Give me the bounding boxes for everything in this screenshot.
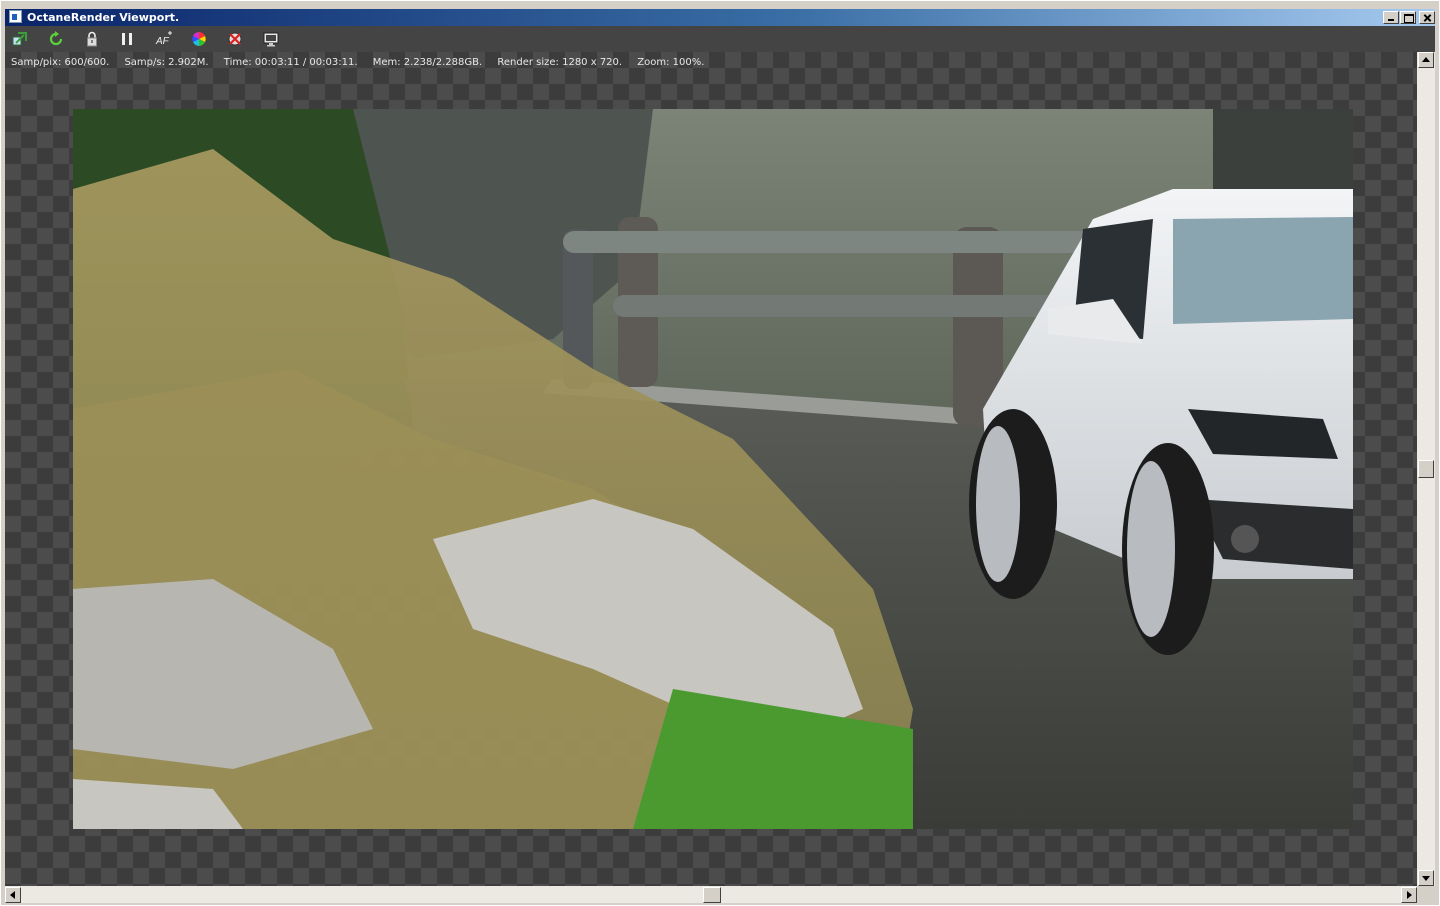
render-scene (73, 109, 1353, 829)
picker-icon (228, 32, 242, 46)
samples-per-pixel: Samp/pix: 600/600. (11, 57, 110, 68)
render-viewport[interactable]: Samp/pix: 600/600. Samp/s: 2.902M. Time:… (5, 52, 1417, 886)
scroll-up-button[interactable] (1418, 52, 1434, 68)
vertical-scroll-thumb[interactable] (1418, 460, 1434, 478)
rendered-image[interactable] (73, 109, 1353, 829)
title-bar[interactable]: OctaneRender Viewport. (5, 9, 1435, 26)
octane-viewport-window: OctaneRender Viewport. AF Samp/pix: 600/… (0, 0, 1440, 906)
svg-text:AF: AF (155, 36, 170, 47)
restart-render-button[interactable] (47, 30, 65, 48)
viewport-toolbar: AF (5, 26, 1435, 52)
vertical-scrollbar[interactable] (1417, 52, 1435, 886)
samples-per-second: Samp/s: 2.902M. (124, 57, 209, 68)
render-statistics: Samp/pix: 600/600. Samp/s: 2.902M. Time:… (11, 57, 716, 68)
pause-icon (122, 33, 132, 45)
horizontal-scroll-thumb[interactable] (703, 887, 721, 903)
zoom-level: Zoom: 100%. (637, 57, 705, 68)
app-icon (9, 10, 22, 23)
monitor-icon (263, 32, 279, 47)
autofocus-picking-button[interactable]: AF (155, 30, 173, 48)
scroll-down-button[interactable] (1418, 870, 1434, 886)
render-time: Time: 00:03:11 / 00:03:11. (223, 57, 358, 68)
recenter-icon (12, 32, 27, 46)
render-size: Render size: 1280 x 720. (497, 57, 623, 68)
horizontal-scrollbar[interactable] (5, 886, 1417, 903)
memory-usage: Mem: 2.238/2.288GB. (372, 57, 483, 68)
lock-resolution-button[interactable] (83, 30, 101, 48)
refresh-icon (49, 31, 63, 46)
material-picking-button[interactable] (226, 30, 244, 48)
scroll-left-button[interactable] (5, 887, 21, 903)
close-button[interactable] (1419, 11, 1435, 24)
scroll-right-button[interactable] (1401, 887, 1417, 903)
recenter-view-button[interactable] (11, 30, 29, 48)
window-title: OctaneRender Viewport. (27, 11, 180, 24)
minimize-button[interactable] (1383, 11, 1399, 24)
maximize-button[interactable] (1400, 11, 1416, 24)
region-render-button[interactable] (262, 30, 280, 48)
color-wheel-icon (192, 32, 206, 46)
white-balance-picking-button[interactable] (190, 30, 208, 48)
pause-render-button[interactable] (118, 30, 136, 48)
af-icon: AF (155, 31, 172, 47)
lock-icon (87, 31, 97, 47)
